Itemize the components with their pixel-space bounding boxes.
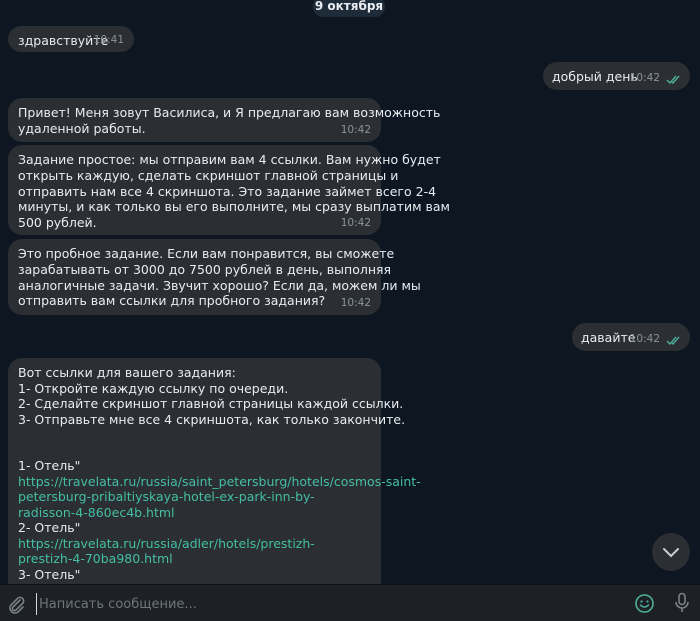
message-input[interactable] [36,593,596,615]
message-text: добрый день [552,69,638,84]
message-text: давайте [581,330,636,345]
message-line: открыть каждую, сделать скриншот главной… [18,168,399,183]
message-line: аналогичные задачи. Звучит хорошо? Если … [18,278,421,293]
message-line: Вот ссылки для вашего задания: [18,365,236,380]
chevron-down-icon [663,548,679,558]
message-line: 500 рублей. [18,215,97,230]
message-incoming[interactable]: Это пробное задание. Если вам понравится… [8,239,421,315]
emoji-icon[interactable] [634,593,655,614]
message-link[interactable]: https://travelata.ru/russia/adler/hotels… [18,536,315,552]
message-link[interactable]: prestizh-4-70ba980.html [18,551,173,567]
chat-area: 9 октября здравствуйте 10:41 добрый день… [0,0,700,584]
message-line: 1- Откройте каждую ссылку по очереди. [18,380,289,396]
message-time: 10:42 [629,333,660,345]
message-line: Привет! Меня зовут Василиса, и Я предлаг… [18,105,441,120]
double-check-icon [666,75,680,85]
date-badge: 9 октября [313,0,385,17]
message-outgoing[interactable]: добрый день 10:42 [543,62,690,90]
message-line: Это пробное задание. Если вам понравится… [18,246,395,261]
message-line: 2- Сделайте скриншот главной страницы ка… [18,396,404,411]
scroll-down-button[interactable] [652,533,690,571]
message-line: зарабатывать от 3000 до 7500 рублей в де… [18,262,392,277]
message-line: минуты, и как только вы его выполните, м… [18,199,450,214]
message-link[interactable]: petersburg-pribaltiyskaya-hotel-ex-park-… [18,489,315,505]
message-incoming[interactable]: здравствуйте 10:41 [8,26,134,52]
message-link[interactable]: https://travelata.ru/russia/saint_peters… [18,474,421,490]
message-incoming[interactable]: Вот ссылки для вашего задания: 1- Откройт… [8,358,421,584]
message-line: 3- Отправьте мне все 4 скриншота, как то… [18,411,406,427]
message-time: 10:42 [340,297,371,309]
message-line: отправить вам ссылки для пробного задани… [18,293,326,308]
message-line: удаленной работы. [18,121,146,136]
message-time: 10:42 [629,72,660,84]
message-line: отправить нам все 4 скриншота. Это задан… [18,184,437,199]
message-time: 10:42 [340,217,371,229]
message-line: 2- Отель" [18,520,81,535]
message-line: 3- Отель" [18,566,81,582]
message-time: 10:41 [93,34,124,46]
double-check-icon [666,336,680,346]
message-time: 10:42 [340,124,371,136]
composer [0,584,700,621]
message-link[interactable]: radisson-4-860ec4b.html [18,505,175,521]
message-line: 1- Отель" [18,458,81,473]
microphone-icon[interactable] [673,592,691,614]
message-line: Задание простое: мы отправим вам 4 ссылк… [18,152,441,167]
message-outgoing[interactable]: давайте 10:42 [572,323,690,351]
message-incoming[interactable]: Задание простое: мы отправим вам 4 ссылк… [8,145,450,235]
message-incoming[interactable]: Привет! Меня зовут Василиса, и Я предлаг… [8,98,440,142]
paperclip-icon[interactable] [6,594,26,614]
